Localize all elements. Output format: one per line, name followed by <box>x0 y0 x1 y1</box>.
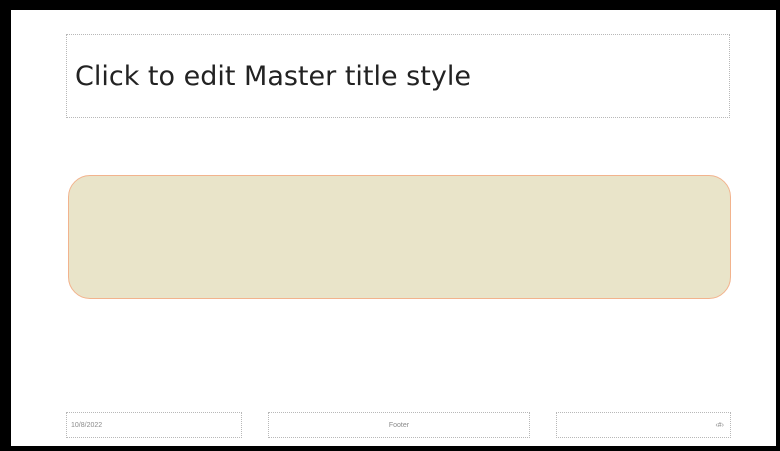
footer-text: Footer <box>388 421 410 429</box>
date-placeholder[interactable]: 10/8/2022 <box>66 412 242 438</box>
rounded-rectangle-shape[interactable] <box>68 175 731 299</box>
slide-number-placeholder[interactable]: ‹#› <box>556 412 731 438</box>
slide-master-canvas: Click to edit Master title style 10/8/20… <box>11 10 776 446</box>
footer-placeholder[interactable]: Footer <box>268 412 530 438</box>
title-placeholder[interactable]: Click to edit Master title style <box>66 34 730 118</box>
title-text: Click to edit Master title style <box>75 60 471 92</box>
date-text: 10/8/2022 <box>71 421 103 429</box>
slide-number-text: ‹#› <box>715 421 724 429</box>
